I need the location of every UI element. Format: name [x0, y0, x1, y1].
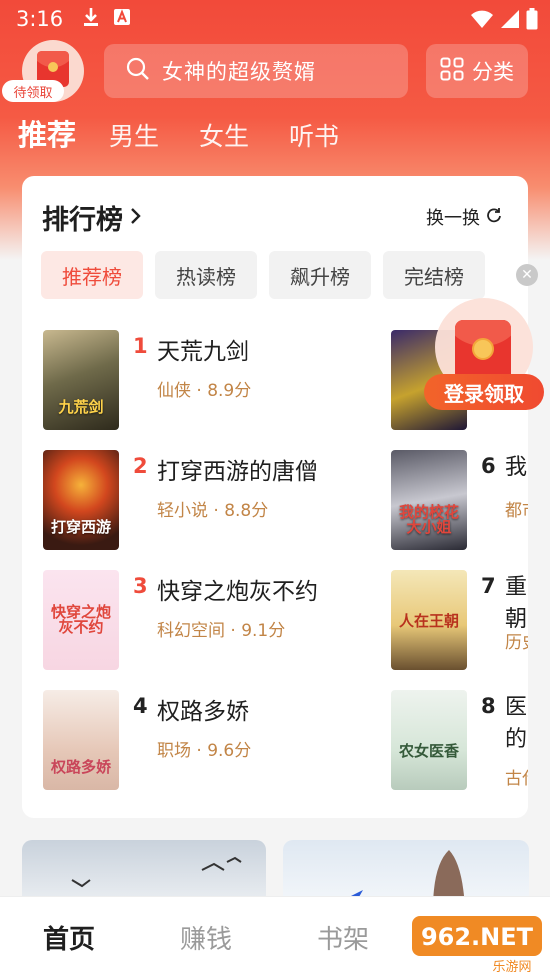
chevron-right-icon — [129, 206, 143, 230]
chip-recommend[interactable]: 推荐榜 — [41, 251, 143, 299]
app-notification-icon — [113, 8, 131, 30]
download-icon — [83, 7, 99, 31]
book-title: 医的 — [505, 695, 528, 752]
status-time: 3:16 — [16, 7, 64, 31]
search-placeholder: 女神的超级赘婿 — [162, 60, 316, 84]
chip-finished[interactable]: 完结榜 — [383, 251, 485, 299]
pending-reward-badge[interactable]: 待领取 — [2, 80, 64, 102]
nav-earn[interactable]: 赚钱 — [180, 919, 232, 956]
watermark-site: 乐游网 — [492, 960, 531, 974]
book-meta: 古代 — [505, 769, 528, 789]
login-reward-float[interactable]: 登录领取 — [424, 298, 546, 414]
book-meta: 都市 — [505, 501, 528, 521]
book-title: 天荒九剑 — [157, 339, 249, 365]
rank-number: 8 — [481, 694, 496, 718]
signal-icon — [500, 9, 520, 33]
book-cover: 九荒剑 — [43, 330, 119, 430]
grid-icon — [440, 57, 464, 86]
tab-audiobook[interactable]: 听书 — [289, 117, 339, 153]
category-button[interactable]: 分类 — [426, 44, 528, 98]
refresh-icon — [486, 207, 502, 228]
book-cover: 农女医香 — [391, 690, 467, 790]
book-cover: 我的校花大小姐 — [391, 450, 467, 550]
book-title: 权路多娇 — [157, 699, 249, 725]
book-item[interactable]: 我的校花大小姐 6 我 都市 — [391, 450, 528, 550]
rank-number: 7 — [481, 574, 496, 598]
site-watermark: 962.NET 乐游网 — [412, 910, 546, 975]
rank-number: 2 — [133, 454, 148, 478]
book-title: 重朝 — [505, 575, 528, 632]
book-item[interactable]: 打穿西游 2 打穿西游的唐僧 轻小说 · 8.8分 — [43, 450, 318, 550]
book-cover: 快穿之炮灰不约 — [43, 570, 119, 670]
ranking-header[interactable]: 排行榜 — [42, 198, 143, 237]
nav-home[interactable]: 首页 — [43, 919, 95, 956]
book-cover: 权路多娇 — [43, 690, 119, 790]
rank-number: 1 — [133, 334, 148, 358]
watermark-brand: 962.NET — [421, 923, 534, 951]
book-cover: 打穿西游 — [43, 450, 119, 550]
close-icon[interactable]: ✕ — [516, 264, 538, 286]
book-meta: 科幻空间 · 9.1分 — [157, 621, 286, 641]
book-meta: 轻小说 · 8.8分 — [157, 501, 269, 521]
book-item[interactable]: 人在王朝 7 重朝 历史 — [391, 570, 528, 670]
rank-number: 4 — [133, 694, 148, 718]
chip-hot[interactable]: 热读榜 — [155, 251, 257, 299]
ranking-title: 排行榜 — [42, 205, 123, 236]
book-item[interactable]: 农女医香 8 医的 古代 — [391, 690, 528, 790]
search-input[interactable]: 女神的超级赘婿 — [104, 44, 408, 98]
wifi-icon — [470, 9, 494, 33]
chip-rising[interactable]: 飙升榜 — [269, 251, 371, 299]
tab-female[interactable]: 女生 — [199, 117, 249, 153]
book-item[interactable]: 权路多娇 4 权路多娇 职场 · 9.6分 — [43, 690, 251, 790]
book-item[interactable]: 九荒剑 1 天荒九剑 仙侠 · 8.9分 — [43, 330, 251, 430]
category-label: 分类 — [472, 60, 514, 84]
status-bar: 3:16 — [0, 0, 550, 38]
book-meta: 仙侠 · 8.9分 — [157, 381, 252, 401]
book-meta: 历史 — [505, 633, 528, 653]
rank-number: 3 — [133, 574, 148, 598]
book-cover: 人在王朝 — [391, 570, 467, 670]
book-title: 打穿西游的唐僧 — [157, 459, 318, 485]
ranking-card: 排行榜 换一换 推荐榜 热读榜 飙升榜 完结榜 九荒剑 1 天荒九剑 仙侠 · … — [22, 176, 528, 818]
tab-recommend[interactable]: 推荐 — [18, 112, 76, 154]
login-reward-label: 登录领取 — [424, 374, 544, 410]
book-title: 快穿之炮灰不约 — [157, 579, 318, 605]
nav-bookshelf[interactable]: 书架 — [317, 919, 369, 956]
search-icon — [126, 57, 150, 86]
ranking-type-tabs: 推荐榜 热读榜 飙升榜 完结榜 — [41, 251, 485, 299]
book-meta: 职场 · 9.6分 — [157, 741, 252, 761]
refresh-label: 换一换 — [426, 208, 480, 229]
tab-male[interactable]: 男生 — [109, 117, 159, 153]
channel-tabs: 推荐 男生 女生 听书 — [18, 112, 379, 154]
battery-icon — [526, 8, 538, 34]
book-title: 我 — [505, 455, 528, 480]
book-item[interactable]: 快穿之炮灰不约 3 快穿之炮灰不约 科幻空间 · 9.1分 — [43, 570, 318, 670]
refresh-button[interactable]: 换一换 — [426, 204, 502, 230]
rank-number: 6 — [481, 454, 496, 478]
